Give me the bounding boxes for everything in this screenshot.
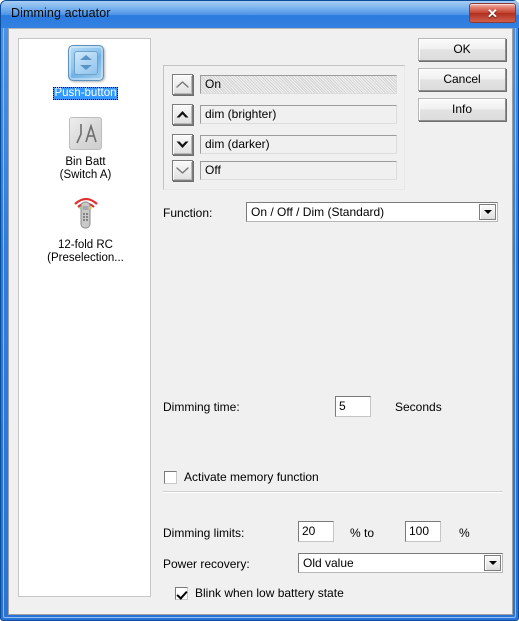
dialog-client-area: Push-button Bin Batt (Switch A) 12-fold … bbox=[8, 28, 513, 615]
activate-memory-checkbox[interactable]: Activate memory function bbox=[164, 470, 319, 484]
chevron-down-icon[interactable] bbox=[479, 204, 496, 220]
device-list-panel[interactable]: Push-button Bin Batt (Switch A) 12-fold … bbox=[18, 38, 151, 597]
title-bar[interactable]: Dimming actuator ✕ bbox=[1, 1, 519, 28]
checkbox-label: Activate memory function bbox=[184, 470, 319, 484]
switch-icon bbox=[19, 117, 150, 153]
power-recovery-select[interactable]: Old value bbox=[298, 553, 503, 573]
checkbox-box[interactable] bbox=[164, 470, 177, 484]
dimming-limits-end-unit: % bbox=[459, 526, 470, 540]
dimming-time-unit: Seconds bbox=[395, 400, 442, 414]
rocker-field-value[interactable]: dim (darker) bbox=[200, 135, 397, 154]
dimming-limit-min-input[interactable]: 20 bbox=[298, 521, 334, 542]
push-button-icon bbox=[19, 45, 150, 84]
function-select[interactable]: On / Off / Dim (Standard) bbox=[246, 202, 498, 222]
info-button[interactable]: Info bbox=[418, 98, 506, 121]
dimming-limit-max-input[interactable]: 100 bbox=[405, 521, 441, 542]
list-item-label: 12-fold RC (Preselection... bbox=[47, 239, 124, 264]
rocker-field-value[interactable]: dim (brighter) bbox=[200, 105, 397, 124]
chevron-down-bold-icon[interactable] bbox=[172, 134, 193, 155]
cancel-button[interactable]: Cancel bbox=[418, 68, 506, 91]
chevron-up-bold-icon[interactable] bbox=[172, 104, 193, 125]
close-button[interactable]: ✕ bbox=[469, 3, 516, 23]
blink-low-battery-checkbox[interactable]: Blink when low battery state bbox=[175, 586, 344, 600]
section-divider bbox=[163, 491, 503, 493]
function-label: Function: bbox=[163, 206, 213, 220]
chevron-up-thin-icon[interactable] bbox=[172, 74, 193, 95]
remote-control-icon bbox=[19, 195, 150, 236]
window-title: Dimming actuator bbox=[11, 6, 111, 20]
list-item-12-fold-rc[interactable]: 12-fold RC (Preselection... bbox=[19, 195, 150, 265]
power-recovery-label: Power recovery: bbox=[163, 557, 250, 571]
chevron-down-icon[interactable] bbox=[484, 555, 501, 571]
dimming-time-input[interactable]: 5 bbox=[335, 396, 371, 417]
rocker-field-value[interactable]: Off bbox=[200, 161, 397, 180]
ok-button[interactable]: OK bbox=[418, 38, 506, 61]
list-item-label: Bin Batt (Switch A) bbox=[59, 156, 112, 181]
list-item-label: Push-button bbox=[53, 87, 118, 100]
rocker-group-box: On dim (brighter) dim (darker) Off bbox=[163, 65, 405, 190]
chevron-down-thin-icon[interactable] bbox=[172, 160, 193, 181]
dialog-window: Dimming actuator ✕ Push-button Bin Batt … bbox=[0, 0, 519, 621]
close-icon: ✕ bbox=[487, 5, 498, 21]
rocker-field-value[interactable]: On bbox=[200, 75, 397, 94]
list-item-push-button[interactable]: Push-button bbox=[19, 45, 150, 100]
checkbox-label: Blink when low battery state bbox=[195, 586, 344, 600]
checkbox-box[interactable] bbox=[175, 586, 188, 600]
dimming-limits-label: Dimming limits: bbox=[163, 526, 245, 540]
dimming-time-label: Dimming time: bbox=[163, 400, 240, 414]
dimming-limits-middle-unit: % to bbox=[350, 526, 375, 540]
list-item-bin-batt[interactable]: Bin Batt (Switch A) bbox=[19, 117, 150, 182]
